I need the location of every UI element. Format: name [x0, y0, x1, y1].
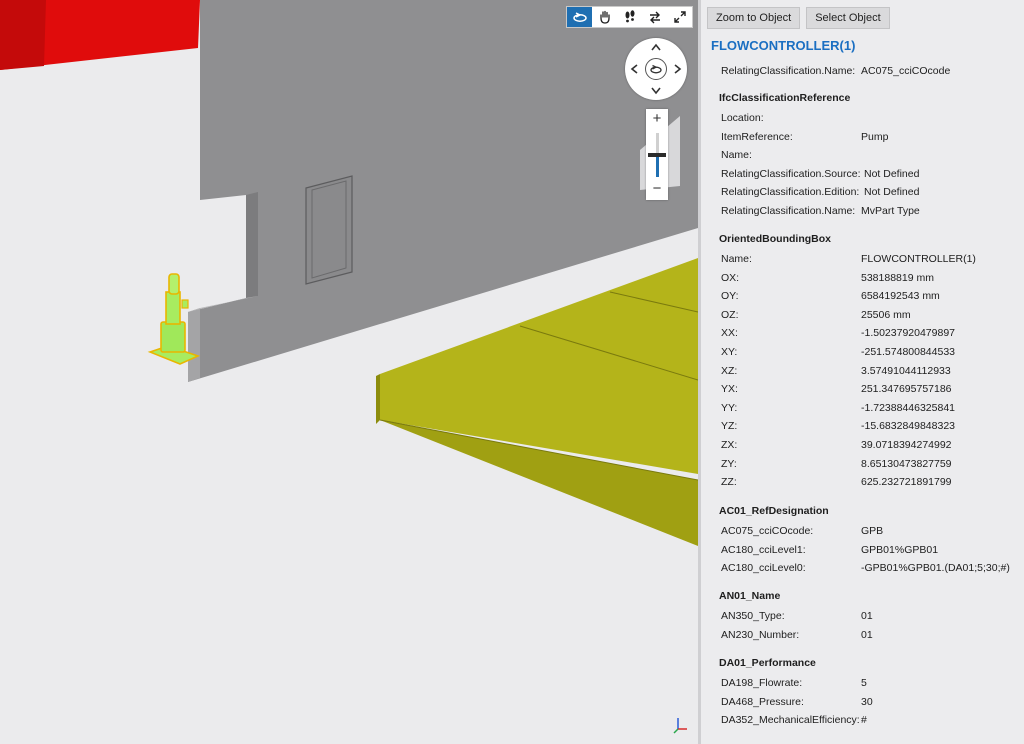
property-value: 30 [861, 695, 873, 708]
property-key: Name: [721, 253, 752, 265]
chevron-down-icon[interactable] [649, 84, 663, 98]
red-object-edge [0, 0, 46, 70]
property-key: Name: [721, 149, 752, 162]
property-key: AN350_Type: [721, 610, 785, 622]
section-heading: IfcClassificationReference [719, 92, 851, 104]
property-value: 5 [861, 677, 867, 689]
view-toolbar [566, 6, 693, 28]
properties-panel: Zoom to Object Select Object FLOWCONTROL… [698, 0, 1024, 744]
section-heading: OrientedBoundingBox [719, 233, 831, 245]
object-title: FLOWCONTROLLER(1) [711, 38, 856, 53]
grey-wall-notch [246, 192, 258, 298]
property-value: -251.574800844533 [861, 346, 956, 358]
property-value: 8.65130473827759 [861, 457, 952, 470]
zoom-out-button[interactable]: − [646, 181, 668, 197]
section-heading: AC01_RefDesignation [719, 505, 829, 517]
chevron-right-icon[interactable] [671, 62, 685, 76]
property-key: YY: [721, 401, 738, 414]
orbit-button[interactable] [567, 7, 592, 27]
property-key: XX: [721, 327, 738, 340]
grey-wall-front-face [188, 308, 200, 382]
orbit-center-button[interactable] [645, 58, 667, 80]
property-key: RelatingClassification.Edition: [721, 186, 860, 199]
property-key: RelatingClassification.Name: [721, 205, 856, 217]
property-value: 625.232721891799 [861, 476, 952, 489]
property-key: RelatingClassification.Source: [721, 167, 861, 180]
chevron-up-icon[interactable] [649, 40, 663, 54]
property-value: 25506 mm [861, 308, 911, 321]
property-value: # [861, 714, 867, 727]
section-heading: DA01_Performance [719, 657, 816, 669]
walk-button[interactable] [617, 7, 642, 27]
property-key: ZX: [721, 439, 738, 451]
orbit-icon [572, 12, 587, 22]
property-value: MvPart Type [861, 205, 920, 217]
property-key: DA352_MechanicalEfficiency: [721, 714, 860, 727]
expand-icon [673, 11, 686, 23]
3d-viewport[interactable]: + − [0, 0, 698, 744]
property-value: 538188819 mm [861, 271, 934, 284]
swap-arrows-icon [649, 11, 660, 24]
property-value: 251.347695757186 [861, 383, 952, 396]
zoom-level-fill [656, 155, 659, 177]
select-object-button[interactable]: Select Object [806, 7, 890, 29]
chevron-left-icon[interactable] [627, 62, 641, 76]
property-key: YX: [721, 383, 738, 396]
zoom-in-button[interactable]: + [646, 111, 668, 127]
hand-icon [599, 10, 610, 24]
zoom-to-object-button[interactable]: Zoom to Object [707, 7, 801, 29]
property-value: -1.72388446325841 [861, 401, 956, 414]
zoom-slider-handle[interactable] [648, 153, 666, 157]
property-key: AN230_Number: [721, 628, 800, 641]
property-key: ItemReference: [721, 130, 793, 143]
property-key: DA468_Pressure: [721, 695, 804, 708]
section-heading: AN01_Name [719, 590, 781, 602]
property-key: OY: [721, 290, 739, 303]
property-key: ZZ: [721, 476, 737, 489]
property-key: AC180_cciLevel1: [721, 543, 806, 556]
property-key: RelatingClassification.Name: [721, 65, 856, 77]
property-value: 3.57491044112933 [861, 364, 951, 377]
property-key: OX: [721, 271, 740, 284]
property-key: OZ: [721, 308, 739, 321]
navigation-compass [625, 38, 687, 100]
property-value: -1.50237920479897 [861, 327, 956, 340]
fullscreen-button[interactable] [667, 7, 692, 27]
property-value: AC075_cciCOcode [861, 65, 951, 77]
property-value: 01 [861, 610, 873, 622]
property-key: AC180_cciLevel0: [721, 562, 806, 575]
pan-button[interactable] [592, 7, 617, 27]
property-value: 39.0718394274992 [861, 439, 952, 451]
property-value: FLOWCONTROLLER(1) [861, 253, 976, 265]
property-value: Pump [861, 130, 889, 143]
property-value: GPB01%GPB01 [861, 543, 939, 556]
property-value: 01 [861, 628, 873, 641]
property-value: -GPB01%GPB01.(DA01;5;30;#) [861, 562, 1010, 575]
panel-actions: Zoom to Object Select Object [707, 7, 890, 29]
property-key: XZ: [721, 364, 738, 377]
3d-scene[interactable] [0, 0, 698, 744]
zoom-control: + − [646, 109, 668, 200]
property-key: AC075_cciCOcode: [721, 525, 814, 537]
property-key: XY: [721, 346, 738, 358]
property-value: GPB [861, 525, 884, 537]
orbit-icon [650, 64, 662, 74]
property-value: 6584192543 mm [861, 290, 940, 303]
property-key: Location: [721, 112, 764, 124]
footprints-icon [625, 10, 634, 23]
property-key: YZ: [721, 420, 738, 433]
yellow-slab-side [376, 374, 380, 424]
property-key: DA198_Flowrate: [721, 677, 803, 689]
axis-gizmo-icon [673, 718, 687, 734]
property-key: ZY: [721, 457, 737, 470]
property-value: Not Defined [864, 186, 920, 199]
property-value: Not Defined [864, 167, 920, 180]
swap-button[interactable] [642, 7, 667, 27]
property-value: -15.6832849848323 [861, 420, 956, 433]
